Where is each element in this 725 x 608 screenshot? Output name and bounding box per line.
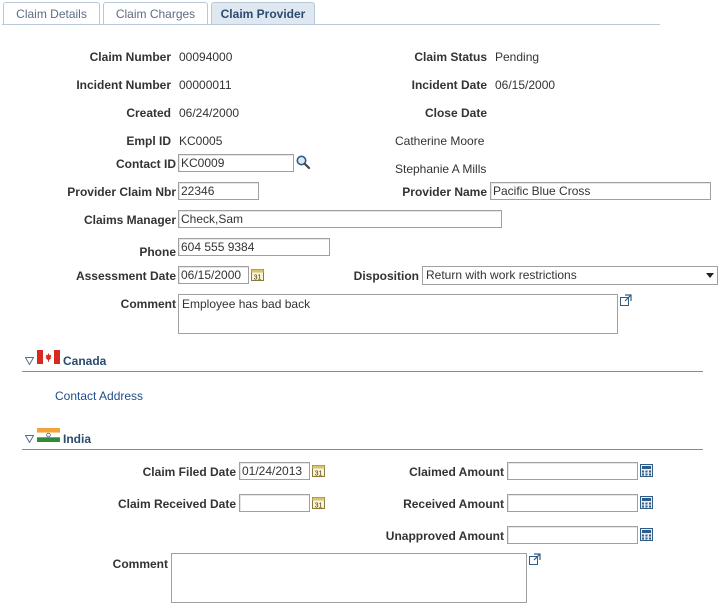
received-amount-input[interactable]: [507, 494, 638, 512]
triangle-down-icon[interactable]: [24, 354, 35, 366]
expand-icon[interactable]: [529, 553, 541, 565]
claim-filed-date-input[interactable]: [239, 462, 310, 480]
contact-address-link[interactable]: Contact Address: [55, 389, 143, 403]
claims-manager-label: Claims Manager: [83, 213, 176, 227]
claimed-amount-input[interactable]: [507, 462, 638, 480]
claim-received-date-input[interactable]: [239, 494, 310, 512]
received-amount-label: Received Amount: [403, 497, 504, 511]
empl-id-value: KC0005: [179, 134, 223, 148]
calendar-icon[interactable]: 31: [251, 268, 264, 282]
claim-filed-date-label: Claim Filed Date: [142, 465, 236, 479]
provider-claim-nbr-input[interactable]: [178, 182, 259, 200]
unapproved-amount-input[interactable]: [507, 526, 638, 544]
empl-id-label: Empl ID: [126, 134, 171, 148]
claims-manager-input[interactable]: [178, 210, 502, 228]
disposition-select[interactable]: Return with work restrictions: [422, 266, 718, 285]
claim-status-value: Pending: [495, 50, 540, 64]
calendar-icon[interactable]: 31: [312, 464, 325, 478]
employee-name: Catherine Moore: [395, 134, 485, 148]
svg-text:31: 31: [254, 275, 262, 282]
claim-received-date-label: Claim Received Date: [117, 497, 236, 511]
canada-flag-icon: [37, 350, 60, 364]
calculator-icon[interactable]: [640, 464, 653, 477]
calculator-icon[interactable]: [640, 496, 653, 509]
claim-number-value: 00094000: [179, 50, 233, 64]
comment-label: Comment: [120, 297, 176, 311]
created-label: Created: [126, 106, 171, 120]
incident-date-label: Incident Date: [411, 78, 487, 92]
calculator-icon[interactable]: [640, 528, 653, 541]
close-date-label: Close Date: [424, 106, 487, 120]
tab-claim-charges[interactable]: Claim Charges: [103, 2, 208, 24]
comment-textarea[interactable]: Employee has bad back: [178, 294, 618, 334]
incident-number-label: Incident Number: [76, 78, 171, 92]
contact-name: Stephanie A Mills: [395, 162, 487, 176]
calendar-icon[interactable]: 31: [312, 496, 325, 510]
contact-id-input[interactable]: [178, 154, 294, 172]
tab-claim-provider[interactable]: Claim Provider: [211, 2, 315, 24]
magnifier-icon[interactable]: [295, 154, 311, 170]
canada-section-divider: [22, 371, 703, 372]
svg-text:31: 31: [315, 471, 323, 478]
india-comment-label: Comment: [112, 557, 168, 571]
claimed-amount-label: Claimed Amount: [409, 465, 504, 479]
india-comment-textarea[interactable]: [171, 553, 527, 603]
assessment-date-label: Assessment Date: [75, 269, 176, 283]
incident-number-value: 00000011: [179, 78, 232, 92]
triangle-down-icon[interactable]: [24, 432, 35, 444]
canada-section-title: Canada: [63, 354, 107, 368]
disposition-label: Disposition: [353, 269, 419, 283]
india-section-title: India: [63, 432, 92, 446]
claim-status-label: Claim Status: [414, 50, 487, 64]
incident-date-value: 06/15/2000: [495, 78, 556, 92]
assessment-date-input[interactable]: [178, 266, 249, 284]
created-value: 06/24/2000: [179, 106, 240, 120]
india-flag-icon: [37, 428, 60, 442]
unapproved-amount-label: Unapproved Amount: [385, 529, 504, 543]
expand-icon[interactable]: [620, 294, 632, 306]
svg-text:31: 31: [315, 503, 323, 510]
tab-claim-details[interactable]: Claim Details: [3, 2, 100, 24]
phone-label: Phone: [139, 245, 176, 259]
provider-name-label: Provider Name: [402, 185, 487, 199]
claim-number-label: Claim Number: [89, 50, 171, 64]
provider-name-input[interactable]: [490, 182, 711, 200]
india-section-divider: [22, 449, 703, 450]
disposition-selected-value: Return with work restrictions: [426, 268, 577, 282]
tab-divider: [2, 24, 660, 25]
contact-id-label: Contact ID: [116, 157, 176, 171]
provider-claim-nbr-label: Provider Claim Nbr: [67, 185, 176, 199]
phone-input[interactable]: [178, 238, 330, 256]
chevron-down-icon: [706, 273, 714, 278]
